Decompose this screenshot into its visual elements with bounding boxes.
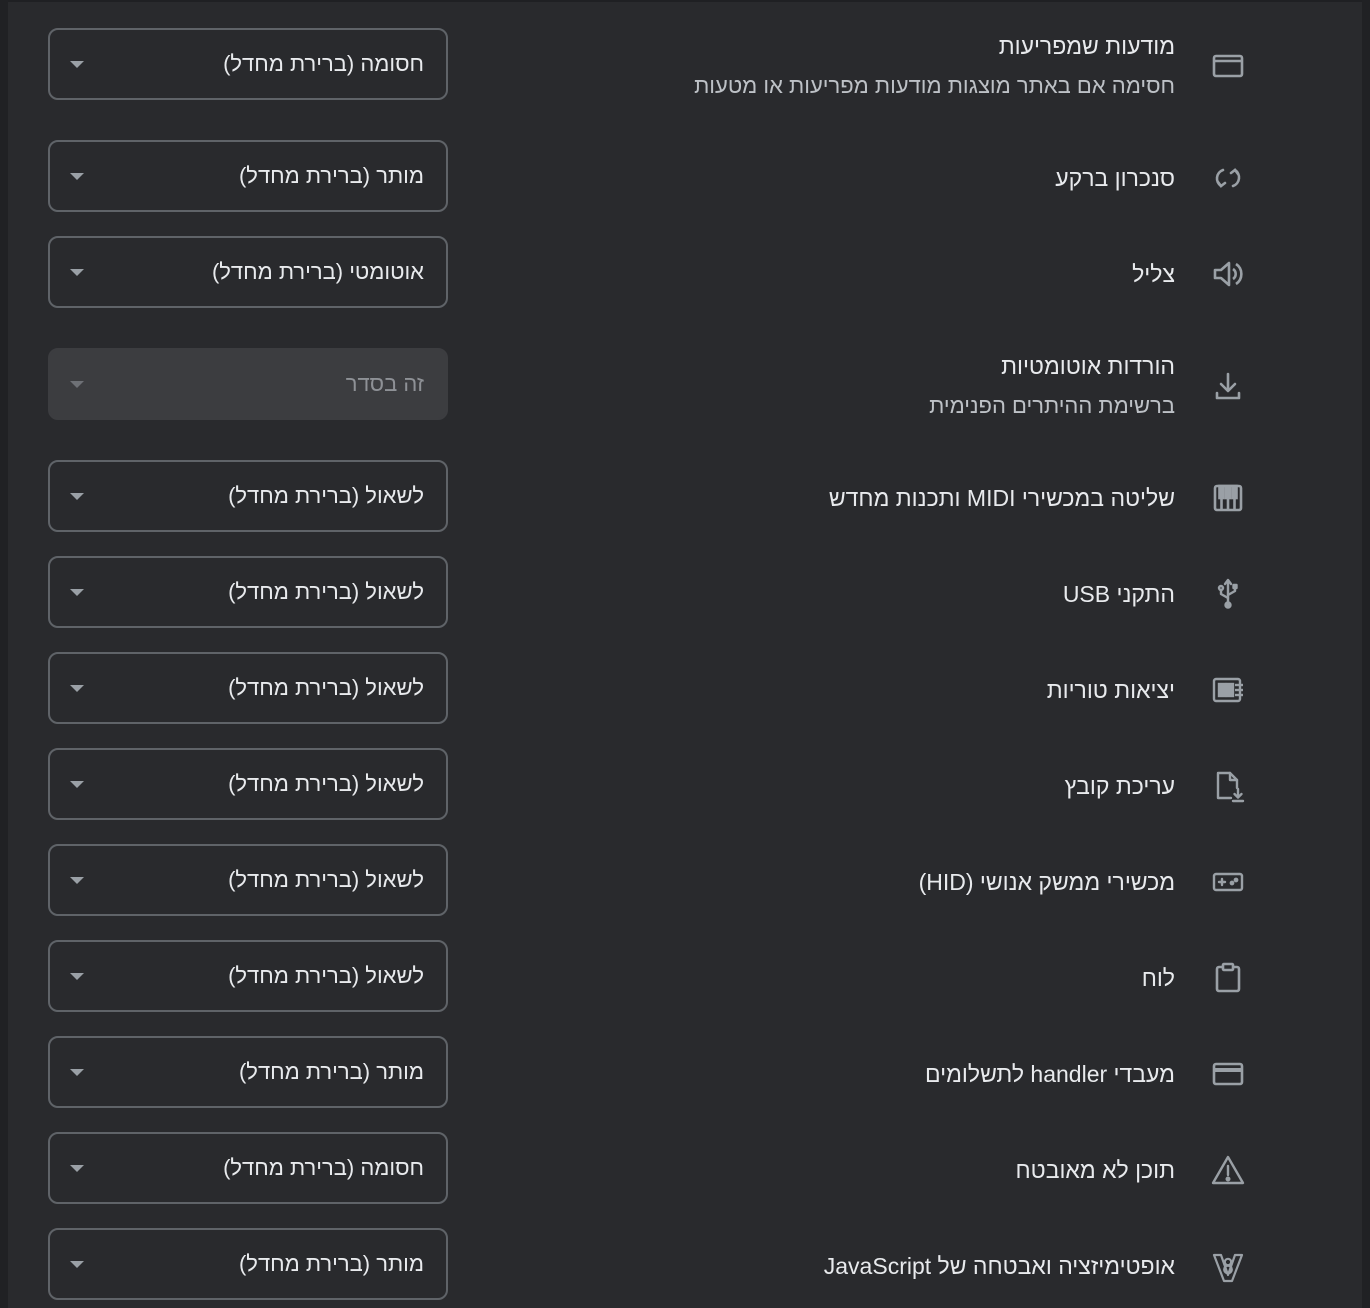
permission-select[interactable]: חסומה (ברירת מחדל) <box>48 1132 448 1204</box>
left-edge <box>0 0 8 1308</box>
chevron-down-icon <box>70 269 84 276</box>
chevron-down-icon <box>70 685 84 692</box>
chevron-down-icon <box>70 1069 84 1076</box>
v8-icon <box>1206 1244 1250 1288</box>
clipboard-icon <box>1206 956 1250 1000</box>
setting-title: מכשירי ממשק אנושי (HID) <box>918 869 1175 895</box>
permission-select[interactable]: לשאול (ברירת מחדל) <box>48 844 448 916</box>
serial-port-icon <box>1206 668 1250 712</box>
chevron-down-icon <box>70 493 84 500</box>
permission-select[interactable]: אוטומטי (ברירת מחדל) <box>48 236 448 308</box>
chevron-down-icon <box>70 1261 84 1268</box>
setting-title: יציאות טוריות <box>1046 677 1175 703</box>
permission-select[interactable]: מותר (ברירת מחדל) <box>48 1036 448 1108</box>
setting-title: מודעות שמפריעות <box>998 33 1175 59</box>
select-value: לשאול (ברירת מחדל) <box>228 675 424 700</box>
chevron-down-icon <box>70 973 84 980</box>
select-value: מותר (ברירת מחדל) <box>238 1059 424 1084</box>
permission-select[interactable]: לשאול (ברירת מחדל) <box>48 652 448 724</box>
setting-title: עריכת קובץ <box>1064 773 1175 799</box>
select-value: מותר (ברירת מחדל) <box>238 163 424 188</box>
chevron-down-icon <box>70 173 84 180</box>
select-value: מותר (ברירת מחדל) <box>238 1251 424 1276</box>
right-edge <box>1362 0 1370 1308</box>
setting-title: הורדות אוטומטיות <box>1001 353 1175 379</box>
chevron-down-icon <box>70 381 84 388</box>
chevron-down-icon <box>70 1165 84 1172</box>
download-icon <box>1206 364 1250 408</box>
payment-card-icon <box>1206 1052 1250 1096</box>
speaker-icon <box>1206 252 1250 296</box>
warning-icon <box>1206 1148 1250 1192</box>
chevron-down-icon <box>70 781 84 788</box>
usb-icon <box>1206 572 1250 616</box>
chevron-down-icon <box>70 877 84 884</box>
setting-title: אופטימיזציה ואבטחה של JavaScript <box>823 1253 1175 1279</box>
setting-title: סנכרון ברקע <box>1055 165 1175 191</box>
permission-select[interactable]: מותר (ברירת מחדל) <box>48 1228 448 1300</box>
select-value: חסומה (ברירת מחדל) <box>223 51 424 76</box>
setting-label: מעבדי handler לתשלומים <box>925 1060 1175 1088</box>
permission-select[interactable]: לשאול (ברירת מחדל) <box>48 556 448 628</box>
setting-label: יציאות טוריות <box>1047 676 1175 704</box>
setting-subtitle: חסימה אם באתר מוצגות מודעות מפריעות או מ… <box>694 73 1175 98</box>
select-value: לשאול (ברירת מחדל) <box>228 867 424 892</box>
setting-title: התקני USB <box>1062 581 1175 607</box>
setting-title: מעבדי handler לתשלומים <box>925 1061 1175 1087</box>
select-value: חסומה (ברירת מחדל) <box>223 1155 424 1180</box>
setting-label: תוכן לא מאובטח <box>1016 1156 1175 1184</box>
setting-label: מודעות שמפריעות חסימה אם באתר מוצגות מוד… <box>694 32 1175 100</box>
setting-title: לוח <box>1141 965 1175 991</box>
setting-label: אופטימיזציה ואבטחה של JavaScript <box>824 1252 1175 1280</box>
permission-select: זה בסדר <box>48 348 448 420</box>
setting-label: סנכרון ברקע <box>1055 164 1175 192</box>
setting-label: צליל <box>1132 260 1175 288</box>
select-value: זה בסדר <box>345 371 424 396</box>
permission-select[interactable]: לשאול (ברירת מחדל) <box>48 460 448 532</box>
setting-title: שליטה במכשירי MIDI ותכנות מחדש <box>828 485 1175 511</box>
chevron-down-icon <box>70 589 84 596</box>
setting-subtitle: ברשימת ההיתרים הפנימית <box>929 393 1175 418</box>
select-value: לשאול (ברירת מחדל) <box>228 483 424 508</box>
select-value: אוטומטי (ברירת מחדל) <box>211 259 424 284</box>
setting-label: הורדות אוטומטיות ברשימת ההיתרים הפנימית <box>929 352 1175 420</box>
select-value: לשאול (ברירת מחדל) <box>228 579 424 604</box>
setting-label: מכשירי ממשק אנושי (HID) <box>919 868 1175 896</box>
select-value: לשאול (ברירת מחדל) <box>228 771 424 796</box>
permission-select[interactable]: לשאול (ברירת מחדל) <box>48 748 448 820</box>
background-sync-icon <box>1206 156 1250 200</box>
permission-select[interactable]: מותר (ברירת מחדל) <box>48 140 448 212</box>
setting-label: התקני USB <box>1063 580 1175 608</box>
setting-label: לוח <box>1142 964 1175 992</box>
permission-select[interactable]: לשאול (ברירת מחדל) <box>48 940 448 1012</box>
setting-title: תוכן לא מאובטח <box>1015 1157 1175 1183</box>
top-divider <box>0 0 1370 2</box>
select-value: לשאול (ברירת מחדל) <box>228 963 424 988</box>
permission-select[interactable]: חסומה (ברירת מחדל) <box>48 28 448 100</box>
chevron-down-icon <box>70 61 84 68</box>
popup-window-icon <box>1206 44 1250 88</box>
setting-label: עריכת קובץ <box>1065 772 1175 800</box>
setting-title: צליל <box>1132 261 1175 287</box>
gamepad-icon <box>1206 860 1250 904</box>
piano-icon <box>1206 476 1250 520</box>
setting-label: שליטה במכשירי MIDI ותכנות מחדש <box>829 484 1175 512</box>
file-edit-icon <box>1206 764 1250 808</box>
